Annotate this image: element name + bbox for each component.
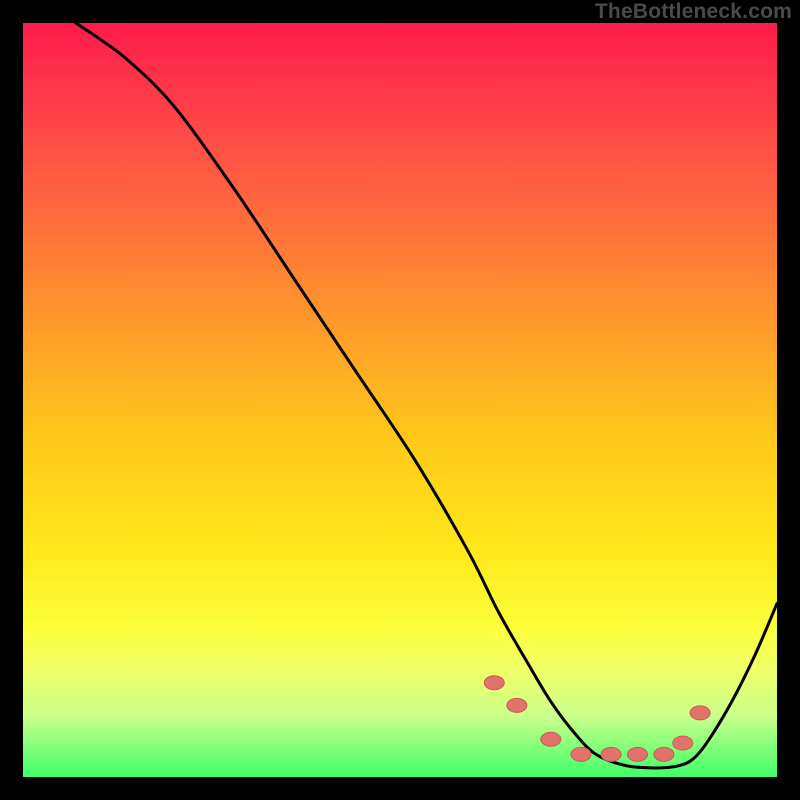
data-marker bbox=[673, 736, 693, 750]
data-marker bbox=[541, 732, 561, 746]
data-marker bbox=[690, 706, 710, 720]
data-marker bbox=[507, 698, 527, 712]
data-marker bbox=[601, 747, 621, 761]
data-marker bbox=[571, 747, 591, 761]
data-marker bbox=[654, 747, 674, 761]
data-markers bbox=[484, 676, 710, 762]
bottleneck-curve bbox=[76, 23, 777, 768]
watermark-text: TheBottleneck.com bbox=[595, 0, 792, 24]
data-marker bbox=[484, 676, 504, 690]
data-marker bbox=[628, 747, 648, 761]
chart-area bbox=[23, 23, 777, 777]
chart-svg bbox=[23, 23, 777, 777]
